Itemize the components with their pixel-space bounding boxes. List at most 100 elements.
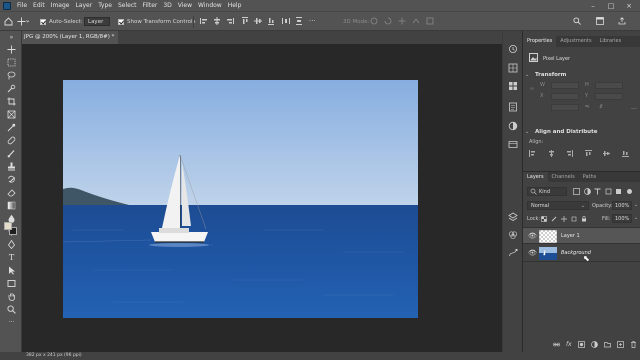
filter-toggle-icon[interactable]	[626, 188, 633, 195]
history-icon[interactable]	[508, 44, 518, 54]
show-transform-checkbox[interactable]: Show Transform Controls	[118, 16, 195, 27]
align-vertical-center-icon[interactable]	[254, 17, 262, 25]
more-options-icon[interactable]: ···	[631, 106, 637, 113]
rectangle-tool-icon[interactable]	[7, 279, 16, 288]
path-selection-tool-icon[interactable]	[7, 266, 16, 275]
align-bottom-icon[interactable]	[267, 17, 275, 25]
layer-row-background[interactable]: 👁 Background ⬉	[523, 245, 640, 263]
pen-tool-icon[interactable]	[7, 239, 16, 250]
blend-mode-dropdown[interactable]: Normal ⌄	[527, 201, 589, 210]
photoshop-logo-icon[interactable]	[0, 1, 14, 10]
align-right-icon[interactable]	[226, 17, 234, 25]
move-tool-preset-icon[interactable]	[17, 16, 29, 27]
swatches-icon[interactable]	[508, 81, 518, 91]
maximize-icon[interactable]: □	[602, 0, 620, 11]
channels-panel-icon[interactable]	[508, 230, 518, 240]
align-top-icon[interactable]	[241, 17, 249, 25]
menu-3d[interactable]: 3D	[160, 0, 174, 11]
lasso-tool-icon[interactable]	[7, 71, 16, 80]
width-field[interactable]	[551, 82, 579, 89]
more-options-icon[interactable]: ···	[309, 17, 317, 25]
tab-channels[interactable]: Channels	[548, 172, 579, 182]
menu-edit[interactable]: Edit	[30, 0, 48, 11]
tab-paths[interactable]: Paths	[579, 172, 601, 182]
zoom-tool-icon[interactable]	[7, 305, 16, 314]
collapse-tools-icon[interactable]: »	[7, 33, 16, 42]
fill-field[interactable]: 100%	[612, 214, 632, 223]
tab-adjustments[interactable]: Adjustments	[556, 36, 595, 47]
chevron-down-icon[interactable]: ⌄	[525, 72, 529, 78]
align-right-icon[interactable]	[566, 150, 574, 157]
foreground-color-swatch[interactable]	[4, 222, 12, 230]
lock-artboard-icon[interactable]	[571, 216, 577, 222]
healing-brush-tool-icon[interactable]	[7, 136, 16, 145]
layer-filter-dropdown[interactable]: Kind	[527, 187, 567, 196]
x-field[interactable]	[551, 93, 579, 100]
adjustment-layer-icon[interactable]	[590, 341, 598, 348]
quick-selection-tool-icon[interactable]	[7, 84, 16, 93]
tab-properties[interactable]: Properties	[523, 36, 557, 47]
align-horizontal-center-icon[interactable]	[548, 150, 555, 157]
adjustment-filter-icon[interactable]	[583, 188, 591, 195]
align-vertical-center-icon[interactable]	[603, 150, 611, 157]
chevron-down-icon[interactable]: ⌄	[525, 129, 529, 135]
type-filter-icon[interactable]	[594, 188, 601, 195]
menu-help[interactable]: Help	[225, 0, 245, 11]
move-tool-icon[interactable]	[7, 45, 16, 54]
marquee-tool-icon[interactable]	[7, 58, 16, 67]
visibility-eye-icon[interactable]: 👁	[528, 233, 537, 240]
link-icon[interactable]: ∞	[530, 86, 534, 92]
clone-stamp-tool-icon[interactable]	[7, 162, 16, 171]
canvas-image-sailboat[interactable]	[63, 80, 418, 318]
3d-slide-icon[interactable]	[412, 17, 420, 25]
lock-transparency-icon[interactable]	[541, 216, 547, 222]
layer-row-layer-1[interactable]: 👁 Layer 1	[523, 227, 640, 244]
angle-field[interactable]	[551, 104, 579, 111]
layer-name[interactable]: Layer 1	[561, 233, 580, 239]
tab-libraries[interactable]: Libraries	[596, 36, 626, 47]
eraser-tool-icon[interactable]	[7, 188, 16, 197]
flip-horizontal-icon[interactable]: ⇋	[585, 104, 589, 110]
history-brush-tool-icon[interactable]	[7, 175, 16, 184]
visibility-eye-icon[interactable]: 👁	[528, 250, 537, 257]
libraries-icon[interactable]	[508, 139, 518, 149]
lock-position-icon[interactable]	[561, 216, 567, 222]
menu-file[interactable]: File	[14, 0, 30, 11]
paths-panel-icon[interactable]	[508, 248, 518, 258]
menu-layer[interactable]: Layer	[72, 0, 95, 11]
workspace-icon[interactable]	[596, 17, 606, 25]
lock-pixels-icon[interactable]	[551, 216, 557, 222]
new-layer-icon[interactable]	[617, 341, 624, 348]
search-icon[interactable]	[573, 17, 581, 25]
properties-icon[interactable]	[508, 102, 518, 112]
home-icon[interactable]	[4, 16, 13, 27]
menu-filter[interactable]: Filter	[140, 0, 161, 11]
hand-tool-icon[interactable]	[7, 292, 16, 301]
share-icon[interactable]	[618, 17, 626, 25]
lock-all-icon[interactable]	[581, 216, 587, 222]
menu-window[interactable]: Window	[195, 0, 225, 11]
layers-panel-icon[interactable]	[508, 212, 518, 222]
3d-scale-icon[interactable]	[426, 17, 434, 25]
delete-layer-icon[interactable]	[630, 341, 637, 348]
menu-select[interactable]: Select	[115, 0, 140, 11]
adjustments-icon[interactable]	[508, 121, 518, 131]
eyedropper-tool-icon[interactable]	[7, 123, 16, 132]
link-layers-icon[interactable]	[553, 341, 560, 348]
brush-tool-icon[interactable]	[7, 149, 16, 158]
3d-pan-icon[interactable]	[398, 17, 406, 25]
pixel-filter-icon[interactable]	[573, 188, 580, 195]
menu-view[interactable]: View	[175, 0, 195, 11]
layer-effects-icon[interactable]: fx	[566, 341, 572, 349]
height-field[interactable]	[595, 82, 623, 89]
opacity-field[interactable]: 100%	[612, 201, 632, 210]
flip-vertical-icon[interactable]: ⇵	[599, 104, 603, 110]
smart-object-filter-icon[interactable]	[615, 188, 622, 195]
close-window-icon[interactable]: ×	[620, 0, 638, 11]
menu-image[interactable]: Image	[48, 0, 73, 11]
align-top-icon[interactable]	[584, 150, 592, 157]
3d-roll-icon[interactable]	[384, 17, 392, 25]
distribute-horizontal-icon[interactable]	[282, 17, 290, 25]
auto-select-target-dropdown[interactable]: Layer	[84, 16, 110, 27]
align-left-icon[interactable]	[529, 150, 536, 157]
